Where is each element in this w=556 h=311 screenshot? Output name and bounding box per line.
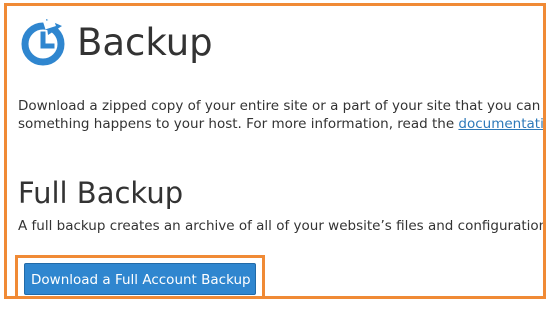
page-header: Backup	[18, 17, 213, 69]
button-highlight-frame: Download a Full Account Backup	[15, 255, 265, 296]
backup-clock-icon	[21, 18, 65, 66]
description-line-2-text: something happens to your host. For more…	[18, 116, 459, 132]
download-full-account-backup-button[interactable]: Download a Full Account Backup	[24, 263, 256, 295]
backup-description: Download a zipped copy of your entire si…	[18, 97, 546, 133]
full-backup-heading: Full Backup	[18, 176, 184, 210]
backup-panel: Backup Download a zipped copy of your en…	[10, 9, 546, 296]
full-backup-description: A full backup creates an archive of all …	[18, 218, 546, 234]
page-title: Backup	[77, 21, 213, 64]
page-highlight-frame: Backup Download a zipped copy of your en…	[4, 3, 546, 299]
documentation-link[interactable]: documentation	[458, 116, 543, 132]
description-line-2: something happens to your host. For more…	[18, 115, 543, 133]
description-line-1: Download a zipped copy of your entire si…	[18, 98, 546, 114]
